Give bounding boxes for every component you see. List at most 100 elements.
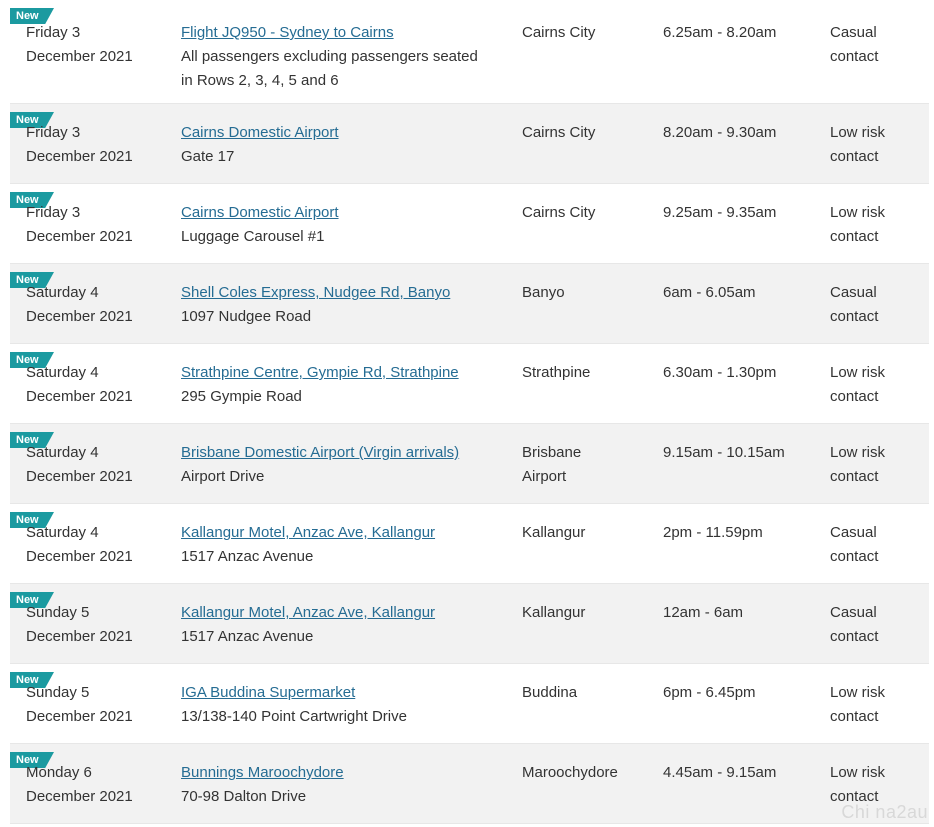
place-cell: Cairns Domestic Airport Luggage Carousel… [181,201,511,249]
table-row: New Saturday 4 December 2021 Shell Coles… [10,264,929,344]
date-label: December 2021 [26,468,133,485]
date-label: December 2021 [26,228,133,245]
day-label: Sunday 5 [26,604,90,621]
suburb-cell: Kallangur [522,604,586,621]
suburb-cell: Buddina [522,684,578,701]
date-label: December 2021 [26,708,133,725]
time-cell: 9.25am - 9.35am [663,204,777,221]
place-cell: IGA Buddina Supermarket 13/138-140 Point… [181,681,511,729]
date-label: December 2021 [26,548,133,565]
time-cell: 8.20am - 9.30am [663,124,777,141]
table-row: New Saturday 4 December 2021 Strathpine … [10,344,929,424]
place-cell: Brisbane Domestic Airport (Virgin arriva… [181,441,511,489]
date-cell: Friday 3 December 2021 [26,201,166,249]
time-cell: 2pm - 11.59pm [663,524,763,541]
table-row: New Saturday 4 December 2021 Kallangur M… [10,504,929,584]
watermark: Chi na2au [841,802,928,822]
place-link[interactable]: Bunnings Maroochydore [181,761,511,785]
date-cell: Saturday 4 December 2021 [26,281,166,329]
suburb-cell: Brisbane Airport [522,444,582,485]
date-cell: Sunday 5 December 2021 [26,601,166,649]
suburb-cell: Kallangur [522,524,586,541]
date-cell: Saturday 4 December 2021 [26,521,166,569]
day-label: Friday 3 [26,204,81,221]
table-row: New Sunday 5 December 2021 IGA Buddina S… [10,664,929,744]
risk-cell: Casual contact [830,284,879,325]
time-cell: 6am - 6.05am [663,284,756,301]
suburb-cell: Cairns City [522,24,596,41]
suburb-cell: Cairns City [522,204,596,221]
risk-cell: Low risk contact [830,204,886,245]
date-cell: Friday 3 December 2021 [26,21,166,69]
time-cell: 12am - 6am [663,604,744,621]
risk-cell: Low risk contact [830,684,886,725]
risk-cell: Casual contact [830,24,879,65]
date-cell: Sunday 5 December 2021 [26,681,166,729]
place-link[interactable]: Strathpine Centre, Gympie Rd, Strathpine [181,361,511,385]
place-address: All passengers excluding passengers seat… [181,48,478,89]
place-cell: Bunnings Maroochydore 70-98 Dalton Drive [181,761,511,809]
date-label: December 2021 [26,308,133,325]
place-cell: Strathpine Centre, Gympie Rd, Strathpine… [181,361,511,409]
day-label: Monday 6 [26,764,92,781]
risk-cell: Low risk contact [830,124,886,165]
date-cell: Monday 6 December 2021 [26,761,166,809]
table-row: New Monday 6 December 2021 Bunnings Maro… [10,744,929,824]
date-label: December 2021 [26,48,133,65]
day-label: Saturday 4 [26,444,99,461]
place-address: 1517 Anzac Avenue [181,628,314,645]
date-label: December 2021 [26,628,133,645]
time-cell: 6pm - 6.45pm [663,684,756,701]
place-address: 1517 Anzac Avenue [181,548,314,565]
time-cell: 6.25am - 8.20am [663,24,777,41]
place-link[interactable]: IGA Buddina Supermarket [181,681,511,705]
time-cell: 9.15am - 10.15am [663,444,785,461]
place-cell: Shell Coles Express, Nudgee Rd, Banyo 10… [181,281,511,329]
place-cell: Kallangur Motel, Anzac Ave, Kallangur 15… [181,601,511,649]
risk-cell: Low risk contact [830,444,886,485]
day-label: Saturday 4 [26,364,99,381]
place-link[interactable]: Shell Coles Express, Nudgee Rd, Banyo [181,281,511,305]
table-row: New Friday 3 December 2021 Flight JQ950 … [10,0,929,104]
place-link[interactable]: Kallangur Motel, Anzac Ave, Kallangur [181,521,511,545]
day-label: Saturday 4 [26,284,99,301]
time-cell: 6.30am - 1.30pm [663,364,777,381]
risk-cell: Low risk contact [830,364,886,405]
date-label: December 2021 [26,388,133,405]
suburb-cell: Maroochydore [522,764,618,781]
place-address: Luggage Carousel #1 [181,228,325,245]
table-row: New Saturday 4 December 2021 Brisbane Do… [10,424,929,504]
suburb-cell: Cairns City [522,124,596,141]
date-label: December 2021 [26,788,133,805]
risk-cell: Casual contact [830,524,879,565]
place-cell: Flight JQ950 - Sydney to Cairns All pass… [181,21,511,93]
day-label: Sunday 5 [26,684,90,701]
place-address: Gate 17 [181,148,235,165]
place-link[interactable]: Kallangur Motel, Anzac Ave, Kallangur [181,601,511,625]
table-row: New Friday 3 December 2021 Cairns Domest… [10,104,929,184]
date-cell: Friday 3 December 2021 [26,121,166,169]
suburb-cell: Banyo [522,284,565,301]
place-cell: Kallangur Motel, Anzac Ave, Kallangur 15… [181,521,511,569]
place-cell: Cairns Domestic Airport Gate 17 [181,121,511,169]
risk-cell: Casual contact [830,604,879,645]
place-link[interactable]: Brisbane Domestic Airport (Virgin arriva… [181,441,511,465]
day-label: Friday 3 [26,124,81,141]
date-label: December 2021 [26,148,133,165]
place-link[interactable]: Cairns Domestic Airport [181,201,511,225]
table-row: New Friday 3 December 2021 Cairns Domest… [10,184,929,264]
place-address: 70-98 Dalton Drive [181,788,307,805]
place-link[interactable]: Flight JQ950 - Sydney to Cairns [181,21,511,45]
date-cell: Saturday 4 December 2021 [26,441,166,489]
date-cell: Saturday 4 December 2021 [26,361,166,409]
place-address: 295 Gympie Road [181,388,302,405]
place-link[interactable]: Cairns Domestic Airport [181,121,511,145]
table-row: New Sunday 5 December 2021 Kallangur Mot… [10,584,929,664]
day-label: Friday 3 [26,24,81,41]
day-label: Saturday 4 [26,524,99,541]
suburb-cell: Strathpine [522,364,591,381]
place-address: 13/138-140 Point Cartwright Drive [181,708,407,725]
place-address: Airport Drive [181,468,265,485]
exposure-sites-table: New Friday 3 December 2021 Flight JQ950 … [10,0,929,824]
place-address: 1097 Nudgee Road [181,308,312,325]
